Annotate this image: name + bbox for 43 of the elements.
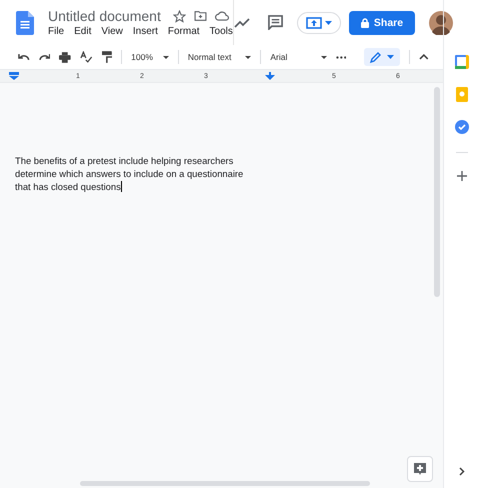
zoom-dropdown[interactable]: 100% xyxy=(131,52,169,62)
menu-item[interactable]: Tools xyxy=(210,26,233,37)
caret-icon xyxy=(324,20,332,24)
present-button[interactable] xyxy=(296,12,341,34)
menu-item[interactable]: Format xyxy=(168,26,200,37)
menu-item[interactable]: File xyxy=(48,26,64,37)
avatar-icon[interactable] xyxy=(429,10,454,34)
calendar-icon[interactable] xyxy=(455,55,469,69)
editing-mode-button[interactable] xyxy=(364,48,400,66)
share-button[interactable]: Share xyxy=(348,10,416,34)
comment-icon[interactable] xyxy=(268,15,283,30)
style-dropdown[interactable]: Normal text xyxy=(188,52,252,62)
vertical-scrollbar[interactable] xyxy=(434,87,440,297)
tab-stop-icon[interactable] xyxy=(265,72,275,80)
add-icon[interactable] xyxy=(457,171,467,181)
folder-icon[interactable] xyxy=(194,10,207,22)
print-icon[interactable] xyxy=(59,52,71,62)
horizontal-scrollbar[interactable] xyxy=(80,481,370,486)
document-title[interactable]: Untitled document xyxy=(48,8,161,24)
undo-icon[interactable] xyxy=(18,53,30,61)
menu-item[interactable]: View xyxy=(101,26,123,37)
docs-logo-icon[interactable] xyxy=(16,10,34,34)
pencil-icon xyxy=(370,51,382,63)
paint-format-icon[interactable] xyxy=(102,51,112,63)
menu-item[interactable]: Insert xyxy=(132,26,158,37)
redo-icon[interactable] xyxy=(38,53,50,61)
cloud-icon[interactable] xyxy=(214,11,229,21)
document-text[interactable]: The benefits of a pretest include helping researchers determine which answers to include on a questionnaire that has closed questions xyxy=(15,154,260,193)
caret-icon xyxy=(387,55,394,59)
more-icon[interactable] xyxy=(336,56,346,58)
menu-item[interactable]: Edit xyxy=(74,26,92,37)
explore-icon xyxy=(414,463,426,475)
lock-icon xyxy=(360,18,369,28)
indent-marker-icon[interactable] xyxy=(9,72,19,80)
chevron-right-icon[interactable] xyxy=(459,467,465,476)
spellcheck-icon[interactable] xyxy=(80,51,93,63)
collapse-icon[interactable] xyxy=(419,54,429,60)
trend-icon[interactable] xyxy=(234,18,250,28)
present-icon xyxy=(306,16,322,28)
explore-button[interactable] xyxy=(407,456,433,482)
tasks-icon[interactable] xyxy=(455,120,469,134)
star-icon[interactable] xyxy=(172,10,186,22)
font-dropdown[interactable]: Arial xyxy=(270,52,327,62)
